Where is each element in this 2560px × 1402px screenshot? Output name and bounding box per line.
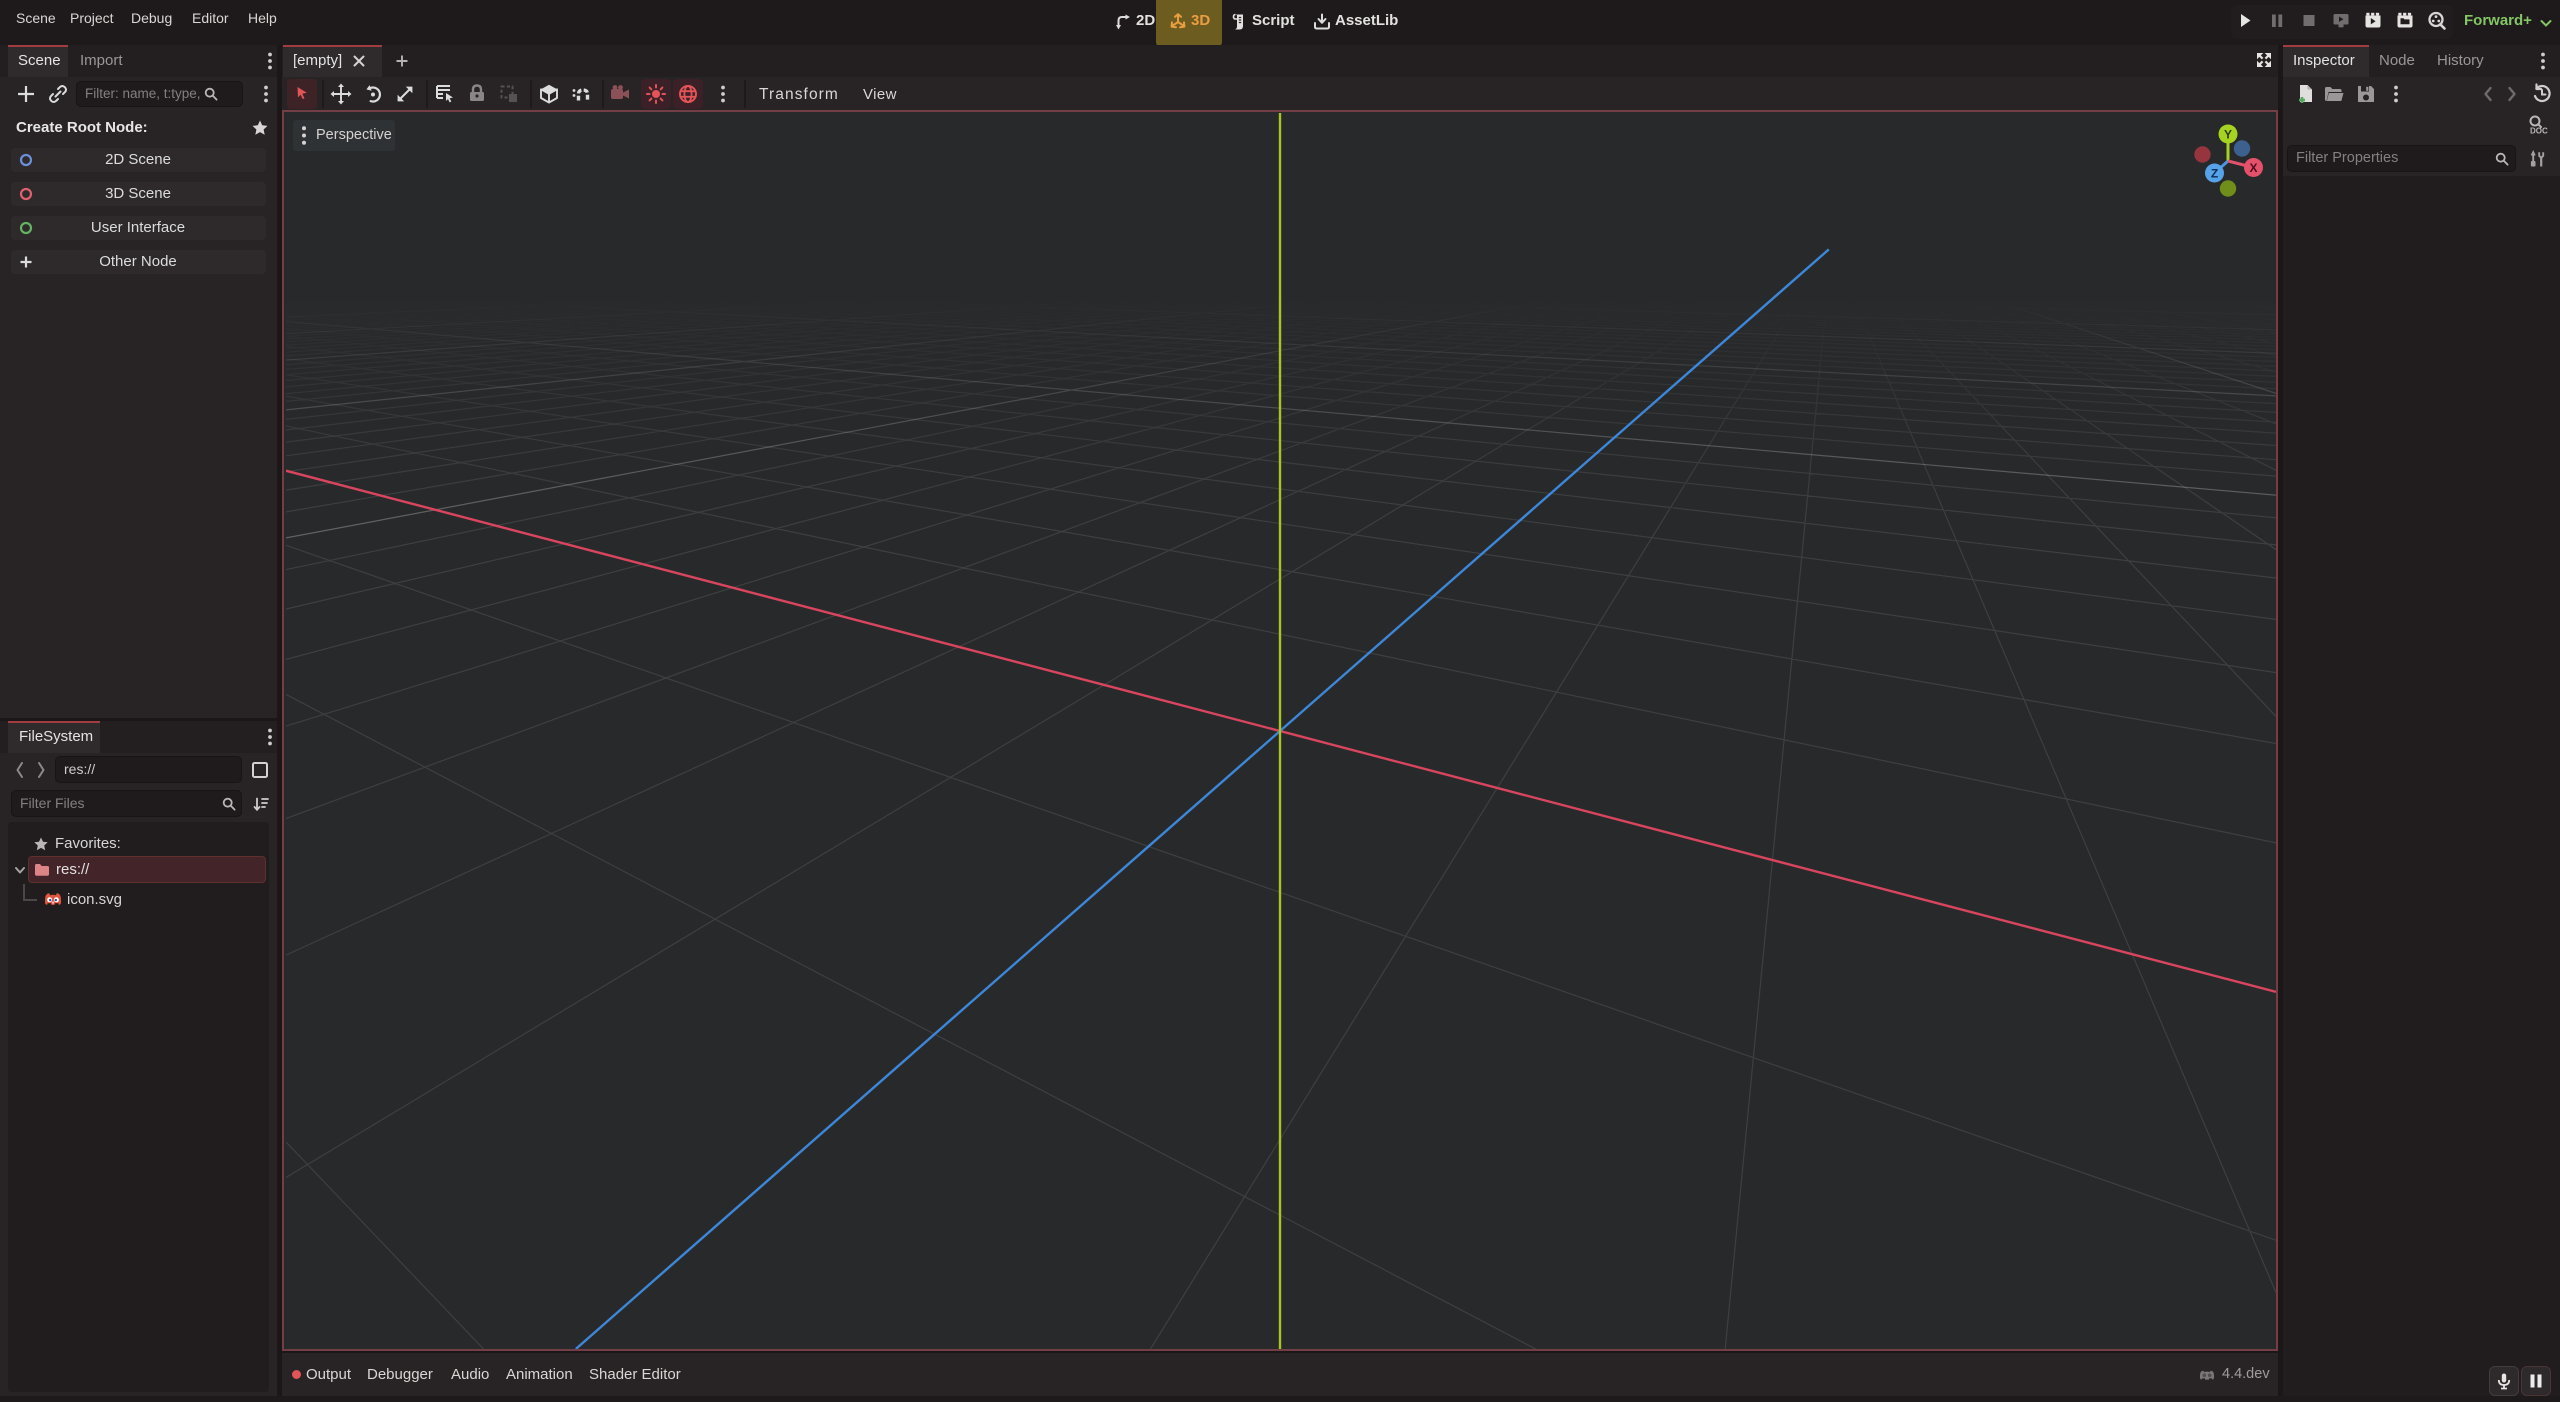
- svg-text:Y: Y: [2224, 128, 2232, 142]
- svg-text:DOC: DOC: [2530, 127, 2548, 136]
- svg-text:Z: Z: [2211, 167, 2218, 181]
- svg-text:X: X: [2249, 161, 2257, 175]
